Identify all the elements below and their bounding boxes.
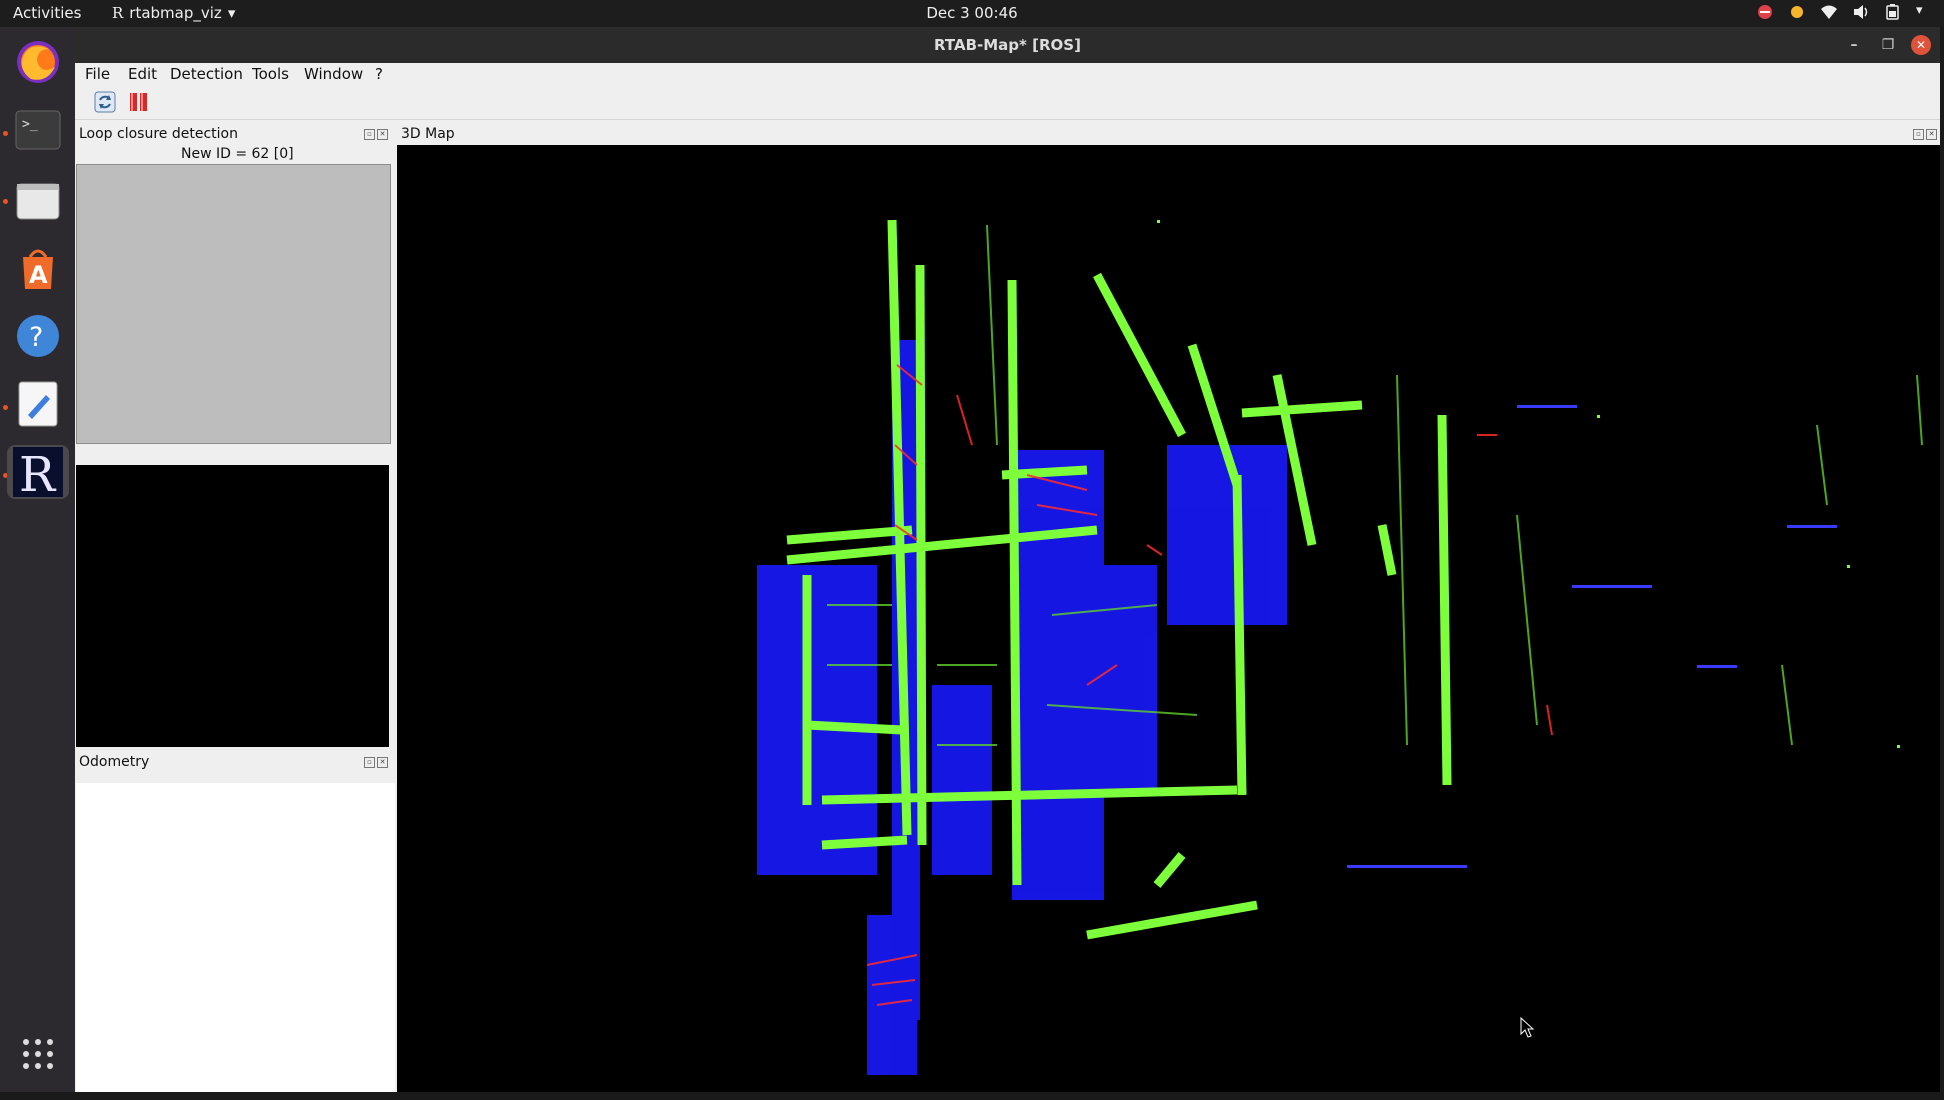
window-title: RTAB-Map* [ROS] <box>934 36 1081 54</box>
activities-button[interactable]: Activities <box>13 4 81 22</box>
restore-icon[interactable]: ❐ <box>1878 35 1898 55</box>
files-icon[interactable] <box>11 173 65 227</box>
close-panel-icon[interactable]: ✕ <box>1926 129 1937 140</box>
svg-text:A: A <box>29 261 48 289</box>
rtabmap-window: RTAB-Map* [ROS] – ❐ ✕ File Edit Detectio… <box>75 27 1940 1092</box>
do-not-disturb-icon[interactable] <box>1756 3 1774 21</box>
running-indicator <box>3 405 8 410</box>
loop-closure-image-view <box>76 164 391 444</box>
menu-window[interactable]: Window <box>304 65 363 83</box>
firefox-icon[interactable] <box>11 35 65 89</box>
map3d-viewport[interactable] <box>397 145 1940 1092</box>
toolbar <box>75 85 1940 120</box>
volume-icon[interactable] <box>1852 3 1870 21</box>
clock[interactable]: Dec 3 00:46 <box>926 4 1017 22</box>
app-menu[interactable]: R rtabmap_viz ▾ <box>112 4 235 22</box>
map3d-panel-title: 3D Map <box>401 126 455 142</box>
running-indicator <box>3 131 8 136</box>
float-panel-icon[interactable]: ▫ <box>1913 129 1924 140</box>
close-panel-icon[interactable]: ✕ <box>377 129 388 140</box>
odometry-view <box>76 783 395 1092</box>
running-indicator <box>3 199 8 204</box>
help-icon[interactable]: ? <box>11 309 65 363</box>
app-store-icon[interactable]: A <box>11 241 65 295</box>
point-cloud <box>757 219 1923 1075</box>
svg-text:?: ? <box>29 322 43 353</box>
text-editor-icon[interactable] <box>11 377 65 431</box>
refresh-icon[interactable] <box>94 91 116 113</box>
close-icon[interactable]: ✕ <box>1911 35 1931 55</box>
notification-dot-icon[interactable] <box>1788 3 1806 21</box>
menu-file[interactable]: File <box>85 65 110 83</box>
loop-closure-depth-view <box>76 465 389 747</box>
system-tray[interactable]: ▾ <box>1756 3 1934 21</box>
loop-closure-status: New ID = 62 [0] <box>181 146 294 162</box>
close-panel-icon[interactable]: ✕ <box>377 757 388 768</box>
odometry-panel-title: Odometry <box>79 754 150 770</box>
svg-text:R: R <box>19 447 57 497</box>
top-bar: Activities R rtabmap_viz ▾ Dec 3 00:46 ▾ <box>0 0 1944 27</box>
menu-help[interactable]: ? <box>375 65 383 83</box>
menu-edit[interactable]: Edit <box>128 65 157 83</box>
system-menu-chevron-icon[interactable]: ▾ <box>1916 3 1934 21</box>
terminal-icon[interactable]: >_ <box>11 103 65 157</box>
rtabmap-icon[interactable]: R <box>7 445 69 499</box>
battery-icon[interactable] <box>1884 3 1902 21</box>
dock: >_ A ? R <box>0 27 75 1092</box>
menu-tools[interactable]: Tools <box>252 65 289 83</box>
float-panel-icon[interactable]: ▫ <box>364 757 375 768</box>
wifi-icon[interactable] <box>1820 3 1838 21</box>
pause-icon[interactable] <box>128 91 150 113</box>
svg-text:>_: >_ <box>22 117 38 132</box>
chevron-down-icon: ▾ <box>227 4 236 22</box>
rtabmap-small-icon: R <box>112 4 124 22</box>
loop-closure-panel-title: Loop closure detection <box>79 126 238 142</box>
app-menu-label: rtabmap_viz <box>129 4 222 22</box>
menu-detection[interactable]: Detection <box>170 65 243 83</box>
mouse-cursor-icon <box>1520 1017 1535 1038</box>
menu-bar: File Edit Detection Tools Window ? <box>75 63 1940 85</box>
minimize-icon[interactable]: – <box>1844 35 1864 55</box>
app-grid-icon[interactable] <box>11 1027 65 1081</box>
title-bar[interactable]: RTAB-Map* [ROS] – ❐ ✕ <box>75 27 1940 63</box>
float-panel-icon[interactable]: ▫ <box>364 129 375 140</box>
